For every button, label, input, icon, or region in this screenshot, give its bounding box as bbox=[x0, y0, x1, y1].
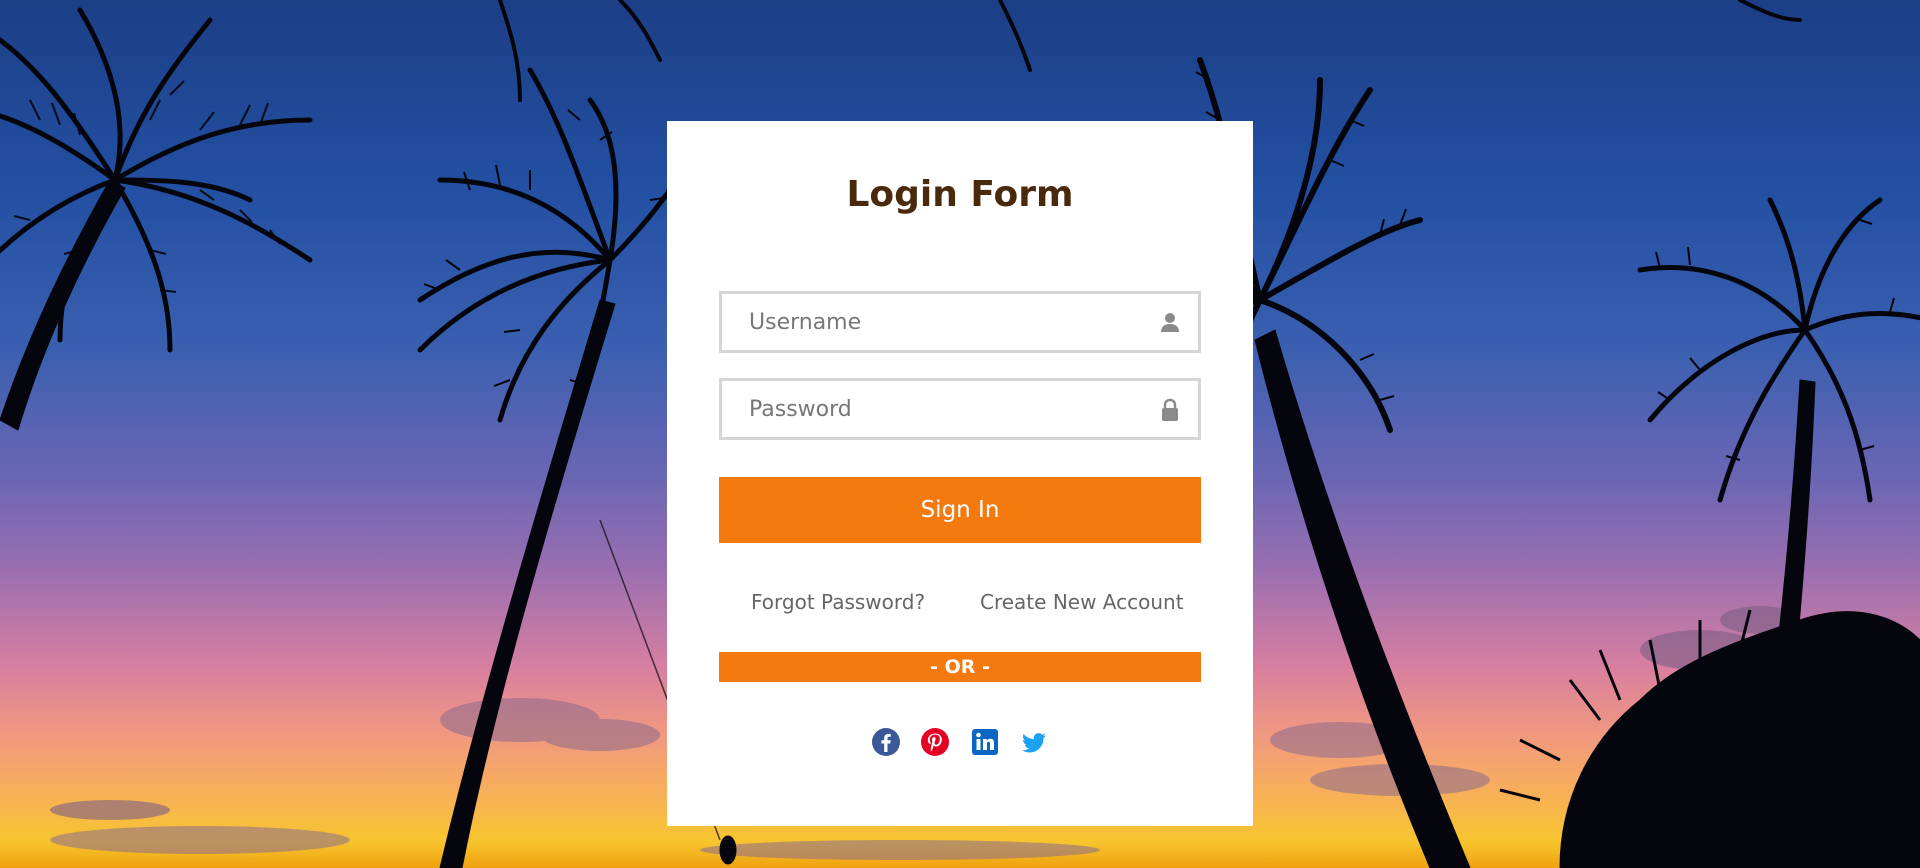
pinterest-icon bbox=[921, 728, 950, 756]
lock-icon bbox=[1162, 398, 1178, 421]
user-icon bbox=[1161, 313, 1179, 332]
password-input[interactable] bbox=[722, 381, 1198, 437]
twitter-icon bbox=[1021, 733, 1046, 753]
account-links: Forgot Password? Create New Account bbox=[719, 587, 1201, 617]
facebook-link[interactable] bbox=[871, 727, 901, 757]
page-title: Login Form bbox=[846, 174, 1074, 215]
linkedin-link[interactable] bbox=[970, 727, 1000, 757]
sign-in-button[interactable]: Sign In bbox=[719, 477, 1201, 543]
social-login-icons bbox=[667, 727, 1253, 757]
linkedin-icon bbox=[971, 729, 998, 755]
login-card: Login Form Sign In Forgot Password? Crea… bbox=[667, 121, 1253, 826]
username-input[interactable] bbox=[722, 294, 1198, 350]
or-divider: - OR - bbox=[719, 652, 1201, 682]
pinterest-link[interactable] bbox=[920, 727, 950, 757]
forgot-password-link[interactable]: Forgot Password? bbox=[751, 587, 925, 617]
password-field[interactable] bbox=[719, 378, 1201, 440]
create-account-link[interactable]: Create New Account bbox=[980, 587, 1184, 617]
twitter-link[interactable] bbox=[1019, 727, 1049, 757]
username-field[interactable] bbox=[719, 291, 1201, 353]
facebook-icon bbox=[872, 728, 901, 756]
